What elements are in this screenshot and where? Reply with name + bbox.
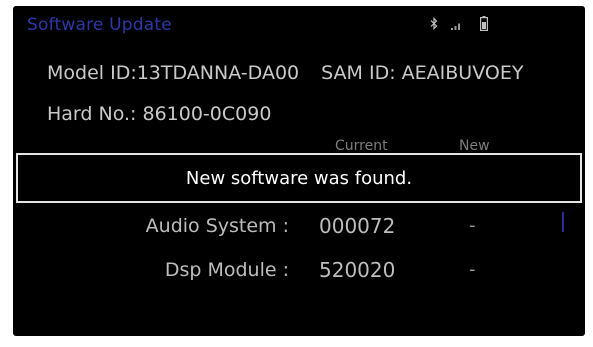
bluetooth-icon <box>430 17 438 30</box>
dsp-module-current-version: 520020 <box>319 258 396 282</box>
head-unit-screen: Software Update Model ID:13TDANNA-DA00 SA… <box>13 6 585 336</box>
sam-id-text: SAM ID: AEAIBUVOEY <box>321 62 524 84</box>
title-bar: Software Update <box>13 6 585 44</box>
current-column-header: Current <box>335 138 388 154</box>
notification-banner[interactable]: New software was found. <box>16 153 582 203</box>
battery-icon <box>480 16 488 31</box>
hard-number-text: Hard No.: 86100-0C090 <box>47 103 272 125</box>
audio-system-current-version: 000072 <box>319 214 396 238</box>
screen-title: Software Update <box>27 15 172 35</box>
banner-message: New software was found. <box>185 168 413 189</box>
model-id-text: Model ID:13TDANNA-DA00 <box>47 62 300 84</box>
audio-system-label: Audio System : <box>145 215 289 237</box>
audio-system-new-version: - <box>469 215 476 236</box>
dsp-module-new-version: - <box>469 259 476 280</box>
dsp-module-label: Dsp Module : <box>164 259 289 281</box>
display-photo: Software Update Model ID:13TDANNA-DA00 SA… <box>0 0 593 347</box>
new-column-header: New <box>459 138 490 154</box>
signal-icon <box>451 23 460 30</box>
model-id-line: Model ID:13TDANNA-DA00 SAM ID: AEAIBUVOEY <box>47 62 523 84</box>
scroll-indicator[interactable] <box>562 212 564 232</box>
